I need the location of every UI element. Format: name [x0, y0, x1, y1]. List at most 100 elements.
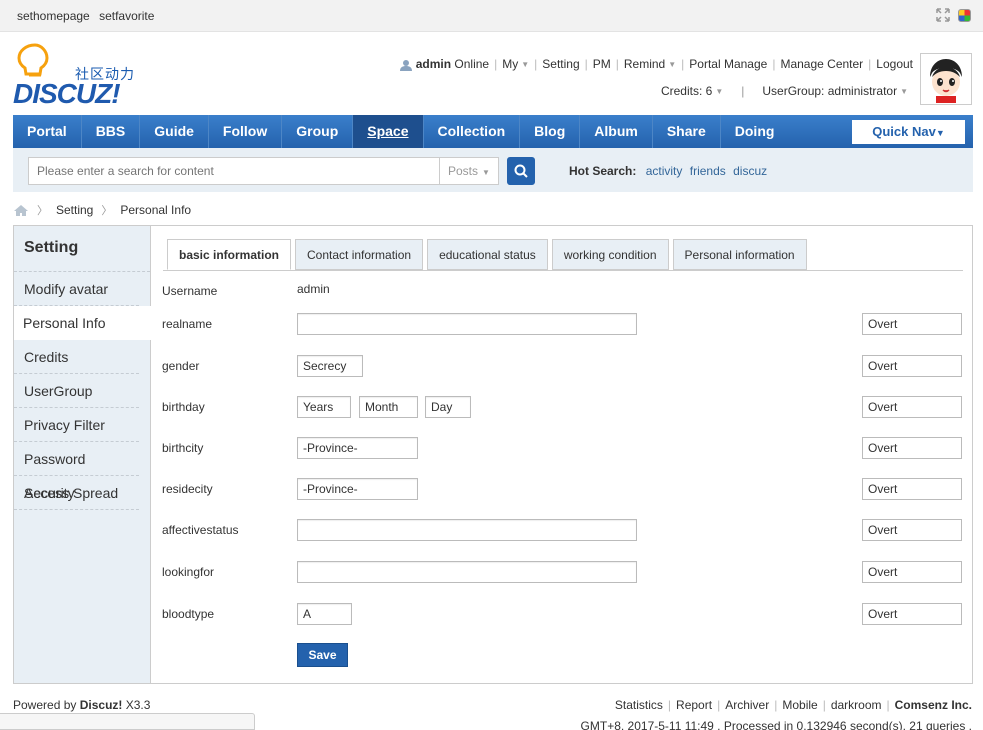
nav-item-doing[interactable]: Doing	[721, 115, 789, 148]
sidebar-item-modify-avatar[interactable]: Modify avatar	[14, 272, 139, 306]
my-menu[interactable]: My	[502, 57, 518, 71]
theme-color-icon[interactable]	[958, 8, 971, 22]
sidebar-item-credits[interactable]: Credits	[14, 340, 139, 374]
nav-item-album[interactable]: Album	[580, 115, 653, 148]
portal-manage-link[interactable]: Portal Manage	[689, 57, 767, 71]
avatar[interactable]	[920, 53, 972, 105]
sidebar-item-personal-info[interactable]: Personal Info	[14, 306, 151, 340]
usergroup-menu[interactable]: UserGroup: administrator	[762, 84, 897, 98]
main-nav: Portal BBS Guide Follow Group Space Coll…	[13, 115, 973, 148]
realname-privacy-select[interactable]: Overt	[862, 313, 962, 335]
nav-item-follow[interactable]: Follow	[209, 115, 283, 148]
affectivestatus-label: affectivestatus	[162, 523, 239, 537]
footer-report[interactable]: Report	[676, 698, 712, 712]
user-icon	[399, 60, 412, 71]
search-input[interactable]	[28, 157, 439, 185]
footer-archiver[interactable]: Archiver	[725, 698, 769, 712]
save-button[interactable]: Save	[297, 643, 348, 667]
logo-brand: DISCUZ!	[13, 78, 121, 109]
affectivestatus-privacy-select[interactable]: Overt	[862, 519, 962, 541]
tab-educational-status[interactable]: educational status	[427, 239, 548, 270]
chevron-down-icon: ▼	[715, 86, 724, 96]
breadcrumb-setting[interactable]: Setting	[56, 203, 93, 217]
bloodtype-label: bloodtype	[162, 607, 215, 621]
settings-panel: Setting Modify avatar Personal Info Cred…	[13, 225, 973, 684]
remind-menu[interactable]: Remind	[624, 57, 665, 71]
footer-darkroom[interactable]: darkroom	[831, 698, 882, 712]
realname-input[interactable]	[297, 313, 637, 335]
lookingfor-input[interactable]	[297, 561, 637, 583]
gender-privacy-select[interactable]: Overt	[862, 355, 962, 377]
sidebar-item-usergroup[interactable]: UserGroup	[14, 374, 139, 408]
gender-select[interactable]: Secrecy	[297, 355, 363, 377]
username-value: admin	[297, 282, 330, 296]
affectivestatus-input[interactable]	[297, 519, 637, 541]
lightbulb-icon	[17, 43, 49, 77]
search-type-value: Posts	[448, 164, 479, 178]
hot-term-activity[interactable]: activity	[646, 164, 683, 178]
nav-item-guide[interactable]: Guide	[140, 115, 209, 148]
row-bloodtype: bloodtype A Overt	[162, 603, 972, 625]
top-bar: sethomepage setfavorite	[0, 0, 983, 32]
tab-working-condition[interactable]: working condition	[551, 239, 669, 270]
hot-term-friends[interactable]: friends	[690, 164, 726, 178]
birthday-day-select[interactable]: Day	[425, 396, 471, 418]
nav-item-collection[interactable]: Collection	[424, 115, 521, 148]
setfavorite-link[interactable]: setfavorite	[99, 9, 154, 23]
expand-icon[interactable]	[936, 8, 950, 22]
row-birthday: birthday Years Month Day Overt	[162, 396, 972, 418]
nav-item-share[interactable]: Share	[653, 115, 721, 148]
nav-item-group[interactable]: Group	[282, 115, 354, 148]
hot-term-discuz[interactable]: discuz	[733, 164, 767, 178]
row-birthcity: birthcity -Province- Overt	[162, 437, 972, 459]
residecity-privacy-select[interactable]: Overt	[862, 478, 962, 500]
quick-nav-label: Quick Nav	[872, 124, 936, 139]
birthcity-province-select[interactable]: -Province-	[297, 437, 418, 459]
tab-basic-information[interactable]: basic information	[167, 239, 292, 270]
birthday-privacy-select[interactable]: Overt	[862, 396, 962, 418]
nav-item-space[interactable]: Space	[353, 115, 424, 148]
sidebar-item-privacy-filter[interactable]: Privacy Filter	[14, 408, 139, 442]
bloodtype-select[interactable]: A	[297, 603, 352, 625]
tab-contact-information[interactable]: Contact information	[295, 239, 424, 270]
footer-company[interactable]: Comsenz Inc.	[895, 698, 972, 712]
residecity-province-select[interactable]: -Province-	[297, 478, 418, 500]
tab-personal-information[interactable]: Personal information	[672, 239, 807, 270]
pm-link[interactable]: PM	[593, 57, 611, 71]
search-button[interactable]	[507, 157, 535, 185]
setting-link[interactable]: Setting	[542, 57, 579, 71]
footer-powered: Powered by Discuz! X3.3	[13, 698, 150, 712]
chevron-down-icon: ▼	[668, 59, 677, 69]
sidebar-item-password-security[interactable]: Password Security	[14, 442, 139, 501]
quick-nav-button[interactable]: Quick Nav▼	[852, 120, 965, 144]
search-type-select[interactable]: Posts ▼	[439, 157, 499, 185]
sethomepage-link[interactable]: sethomepage	[17, 9, 90, 23]
chevron-down-icon: ▼	[900, 86, 908, 96]
row-affectivestatus: affectivestatus Overt	[162, 519, 972, 541]
bloodtype-privacy-select[interactable]: Overt	[862, 603, 962, 625]
footer-statistics[interactable]: Statistics	[615, 698, 663, 712]
row-username: Username admin	[162, 280, 972, 302]
settings-sidebar: Setting Modify avatar Personal Info Cred…	[14, 226, 151, 683]
footer-links: Statistics | Report | Archiver | Mobile | da…	[614, 698, 972, 712]
birthday-year-select[interactable]: Years	[297, 396, 351, 418]
home-icon[interactable]	[13, 204, 29, 217]
credits-menu[interactable]: Credits: 6	[661, 84, 712, 98]
birthday-month-select[interactable]: Month	[359, 396, 418, 418]
sidebar-item-access-spread[interactable]: Access Spread	[14, 476, 139, 510]
nav-item-bbs[interactable]: BBS	[82, 115, 141, 148]
breadcrumb-separator-icon: 〉	[37, 205, 48, 217]
discuz-logo[interactable]: 社区动力 DISCUZ!	[13, 42, 148, 109]
nav-item-portal[interactable]: Portal	[13, 115, 82, 148]
username[interactable]: admin	[416, 57, 451, 71]
lookingfor-privacy-select[interactable]: Overt	[862, 561, 962, 583]
logout-link[interactable]: Logout	[876, 57, 913, 71]
username-label: Username	[162, 284, 218, 298]
footer-info: GMT+8, 2017-5-11 11:49 , Processed in 0.…	[580, 719, 972, 730]
manage-center-link[interactable]: Manage Center	[780, 57, 863, 71]
nav-item-blog[interactable]: Blog	[520, 115, 581, 148]
row-lookingfor: lookingfor Overt	[162, 561, 972, 583]
powered-brand[interactable]: Discuz!	[80, 698, 123, 712]
birthcity-privacy-select[interactable]: Overt	[862, 437, 962, 459]
footer-mobile[interactable]: Mobile	[782, 698, 817, 712]
